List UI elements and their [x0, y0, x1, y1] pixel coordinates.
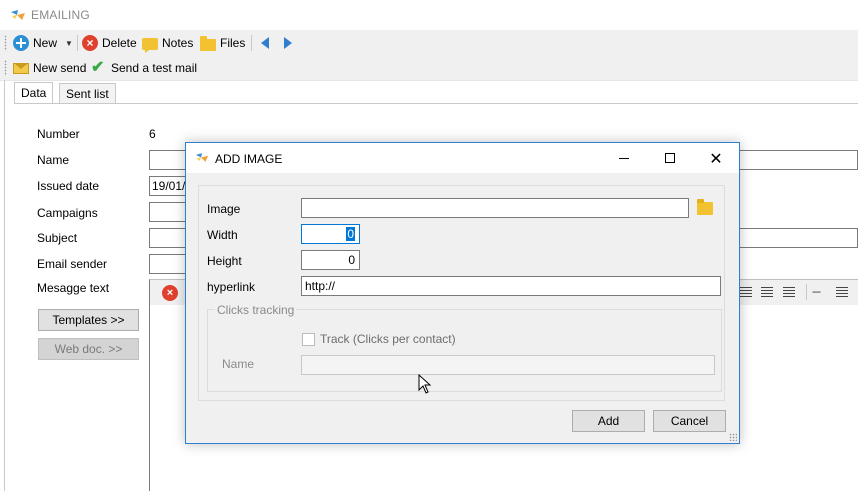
width-value: 0 [346, 227, 355, 241]
app-logo-icon [195, 153, 209, 162]
files-button[interactable]: Files [200, 33, 245, 53]
subject-label: Subject [37, 231, 78, 245]
dialog-title: ADD IMAGE [215, 152, 283, 166]
editor-delete-icon[interactable]: × [162, 285, 178, 301]
tracking-name-label: Name [222, 357, 255, 371]
notes-button-label: Notes [162, 36, 194, 50]
delete-button[interactable]: × Delete [82, 33, 137, 53]
number-value: 6 [149, 127, 156, 141]
delete-icon: × [82, 35, 98, 51]
image-label: Image [207, 202, 241, 216]
main-titlebar: EMAILING [0, 0, 858, 30]
height-input[interactable]: 0 [301, 250, 360, 270]
notes-icon [142, 38, 158, 53]
templates-button[interactable]: Templates >> [38, 309, 139, 331]
folder-icon[interactable] [697, 199, 713, 215]
new-send-button[interactable]: New send [13, 58, 86, 78]
image-input[interactable] [301, 198, 689, 218]
tab-divider [14, 103, 858, 104]
close-button[interactable]: ✕ [693, 143, 739, 173]
notes-button[interactable]: Notes [142, 33, 193, 53]
send-toolbar: New send ✔ Send a test mail [0, 55, 858, 81]
app-logo-icon [11, 10, 25, 20]
clicks-tracking-label: Clicks tracking [215, 303, 297, 317]
folder-icon [200, 35, 216, 51]
tab-data[interactable]: Data [14, 82, 54, 104]
message-text-label: Mesagge text [37, 281, 110, 295]
main-toolbar: New ▼ × Delete Notes Files [0, 30, 858, 56]
campaigns-label: Campaigns [37, 206, 98, 220]
hyperlink-label: hyperlink [207, 280, 256, 294]
maximize-button[interactable] [647, 143, 693, 173]
email-sender-label: Email sender [37, 257, 108, 271]
maximize-icon [665, 153, 675, 163]
resize-grip-icon[interactable] [729, 433, 737, 441]
envelope-icon [13, 62, 29, 74]
send-test-mail-button[interactable]: ✔ Send a test mail [91, 58, 197, 78]
hyperlink-input[interactable]: http:// [301, 276, 721, 296]
cancel-button[interactable]: Cancel [653, 410, 726, 432]
plus-icon [13, 35, 29, 51]
add-button[interactable]: Add [572, 410, 645, 432]
tab-sent-list[interactable]: Sent list [59, 83, 116, 104]
list-icon[interactable] [836, 287, 848, 298]
track-checkbox-label[interactable]: Track (Clicks per contact) [320, 332, 456, 346]
delete-button-label: Delete [102, 36, 137, 50]
height-label: Height [207, 254, 242, 268]
align-left-icon[interactable] [740, 287, 752, 298]
add-image-dialog: ADD IMAGE ✕ Image Width 0 Height 0 hyper… [185, 142, 740, 444]
editor-separator [806, 284, 807, 300]
mouse-cursor-icon [418, 374, 432, 394]
name-label: Name [37, 153, 70, 167]
send-test-mail-label: Send a test mail [111, 61, 198, 75]
previous-arrow-icon[interactable] [261, 37, 269, 49]
toolbar-separator [77, 35, 78, 51]
new-button-label: New [33, 36, 58, 50]
clicks-tracking-group [207, 309, 722, 392]
window-title: EMAILING [31, 8, 90, 22]
web-doc-button: Web doc. >> [38, 338, 139, 360]
close-icon: ✕ [709, 148, 723, 168]
width-label: Width [207, 228, 238, 242]
panel-border [4, 80, 5, 491]
number-label: Number [37, 127, 80, 141]
next-arrow-icon[interactable] [284, 37, 292, 49]
toolbar-separator [251, 35, 252, 51]
files-button-label: Files [220, 36, 246, 50]
checkmark-icon: ✔ [91, 59, 105, 76]
chevron-down-icon[interactable]: ▼ [65, 39, 73, 48]
toolbar-grip[interactable] [4, 60, 7, 76]
minimize-icon [619, 157, 629, 159]
align-right-icon[interactable] [761, 287, 773, 298]
issued-date-label: Issued date [37, 179, 100, 193]
new-button[interactable]: New ▼ [13, 33, 73, 53]
minimize-button[interactable] [601, 143, 647, 173]
align-justify-icon[interactable] [783, 287, 795, 298]
tracking-name-input [301, 355, 715, 375]
horizontal-rule-icon[interactable]: --- [812, 286, 821, 298]
toolbar-grip[interactable] [4, 35, 7, 51]
dialog-titlebar[interactable]: ADD IMAGE ✕ [186, 143, 739, 173]
width-input[interactable]: 0 [301, 224, 360, 244]
track-checkbox[interactable] [302, 333, 315, 346]
new-send-label: New send [33, 61, 87, 75]
